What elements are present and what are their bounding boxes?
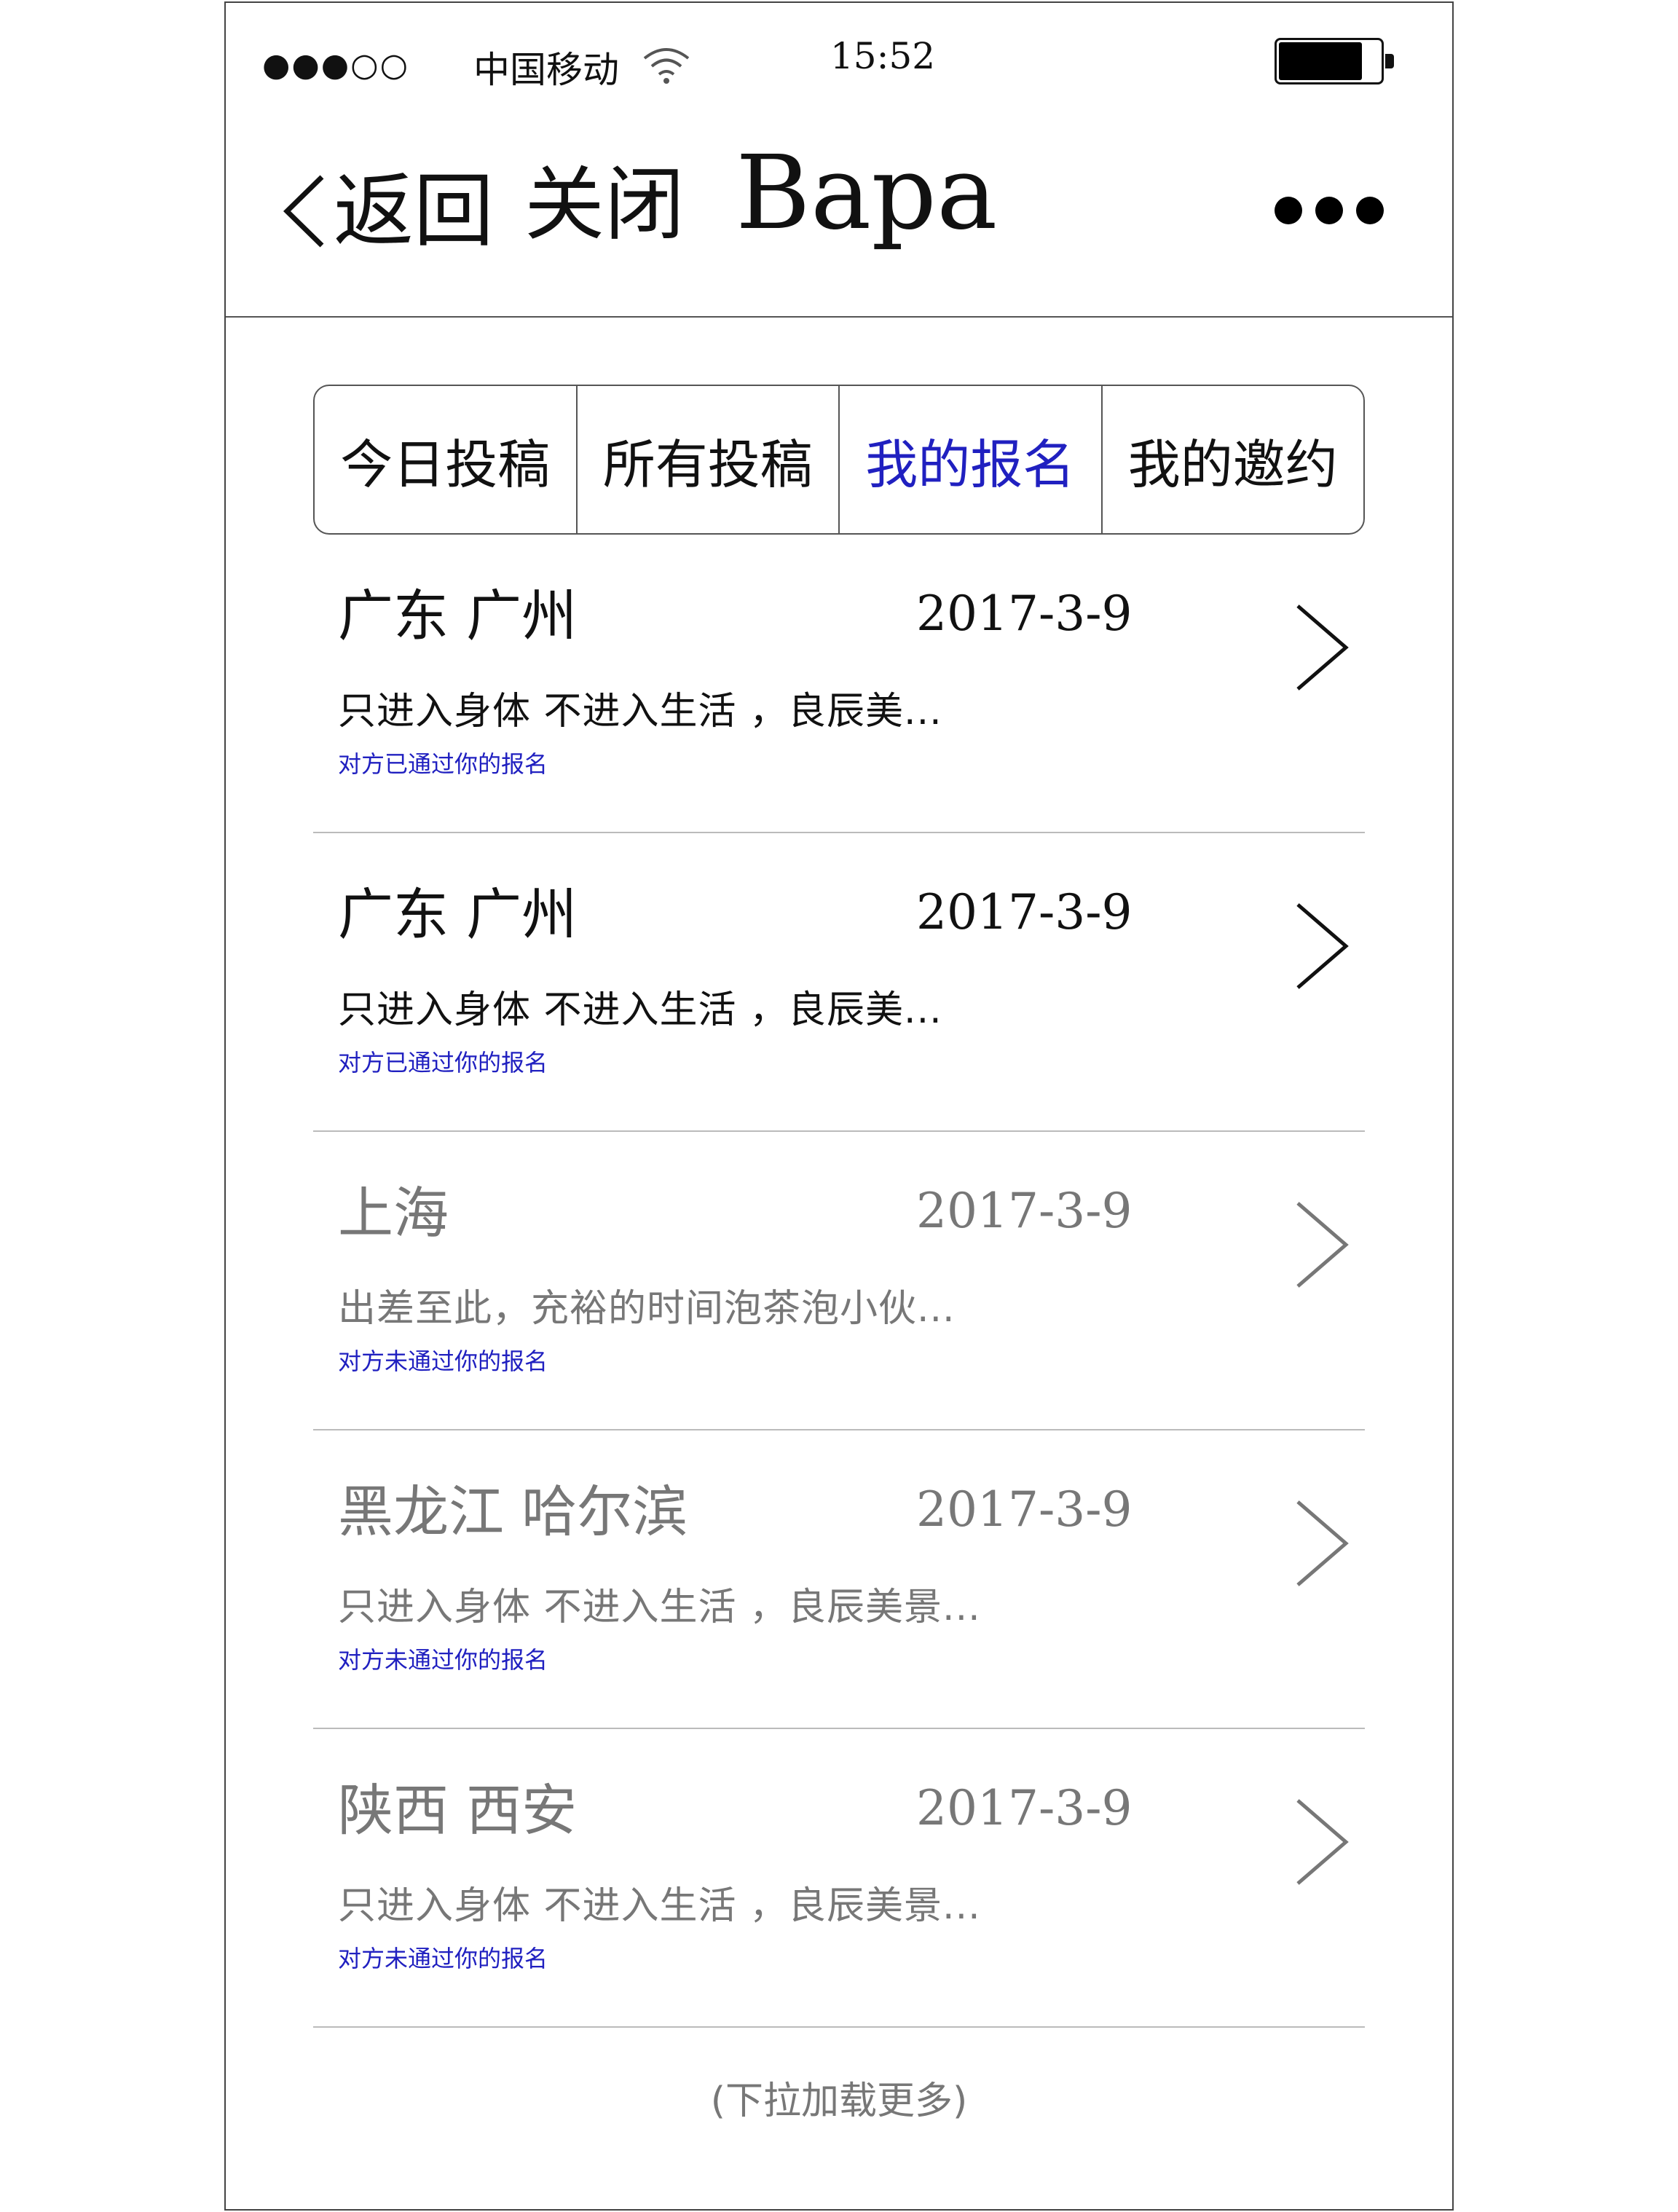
chevron-right-icon bbox=[1296, 1500, 1349, 1586]
chevron-right-icon bbox=[1296, 605, 1349, 690]
item-description: 出差至此，充裕的时间泡茶泡小伙... bbox=[338, 1287, 956, 1331]
more-options-icon[interactable] bbox=[1275, 192, 1384, 229]
load-more-hint[interactable]: (下拉加载更多) bbox=[226, 2070, 1452, 2125]
item-status: 对方已通过你的报名 bbox=[338, 750, 548, 778]
back-button[interactable]: 返回 bbox=[278, 160, 494, 262]
item-status: 对方未通过你的报名 bbox=[338, 1347, 548, 1375]
tab-my-signups[interactable]: 我的报名 bbox=[840, 386, 1103, 533]
item-status: 对方已通过你的报名 bbox=[338, 1049, 548, 1077]
item-description: 只进入身体 不进入生活 ，良辰美... bbox=[338, 690, 942, 733]
item-date: 2017-3-9 bbox=[916, 884, 1133, 940]
clock-time: 15:52 bbox=[830, 35, 936, 77]
chevron-right-icon bbox=[1296, 1799, 1349, 1885]
list-item[interactable]: 上海 2017-3-9 出差至此，充裕的时间泡茶泡小伙... 对方未通过你的报名 bbox=[313, 1132, 1365, 1430]
tab-all-posts[interactable]: 所有投稿 bbox=[578, 386, 840, 533]
signal-strength-icon: ●●●○○ bbox=[262, 47, 409, 84]
item-description: 只进入身体 不进入生活 ，良辰美... bbox=[338, 988, 942, 1032]
item-location: 陕西 西安 bbox=[338, 1778, 578, 1843]
item-location: 广东 广州 bbox=[338, 583, 578, 648]
item-status: 对方未通过你的报名 bbox=[338, 1945, 548, 1972]
status-bar: ●●●○○ 中国移动 15:52 bbox=[262, 28, 1394, 93]
chevron-right-icon bbox=[1296, 1202, 1349, 1288]
chevron-left-icon bbox=[283, 175, 324, 248]
wifi-icon bbox=[643, 48, 690, 84]
segmented-tabs: 今日投稿 所有投稿 我的报名 我的邀约 bbox=[313, 385, 1365, 535]
item-description: 只进入身体 不进入生活 ，良辰美景... bbox=[338, 1586, 981, 1629]
list-item[interactable]: 广东 广州 2017-3-9 只进入身体 不进入生活 ，良辰美... 对方已通过… bbox=[313, 535, 1365, 833]
item-date: 2017-3-9 bbox=[916, 1481, 1133, 1538]
navigation-bar: 返回 关闭 Bapa bbox=[226, 105, 1452, 318]
list-item[interactable]: 陕西 西安 2017-3-9 只进入身体 不进入生活 ，良辰美景... 对方未通… bbox=[313, 1729, 1365, 2028]
item-description: 只进入身体 不进入生活 ，良辰美景... bbox=[338, 1884, 981, 1928]
item-date: 2017-3-9 bbox=[916, 1183, 1133, 1239]
list-item[interactable]: 黑龙江 哈尔滨 2017-3-9 只进入身体 不进入生活 ，良辰美景... 对方… bbox=[313, 1430, 1365, 1729]
back-label: 返回 bbox=[334, 165, 494, 258]
phone-frame: ●●●○○ 中国移动 15:52 返回 关闭 Bapa 今日投稿 所有投稿 我的… bbox=[224, 1, 1454, 2211]
page-title: Bapa bbox=[736, 134, 998, 253]
tab-today-posts[interactable]: 今日投稿 bbox=[315, 386, 578, 533]
item-location: 上海 bbox=[338, 1181, 449, 1245]
chevron-right-icon bbox=[1296, 903, 1349, 989]
item-location: 广东 广州 bbox=[338, 882, 578, 947]
list-item[interactable]: 广东 广州 2017-3-9 只进入身体 不进入生活 ，良辰美... 对方已通过… bbox=[313, 833, 1365, 1132]
battery-icon bbox=[1275, 38, 1394, 87]
item-date: 2017-3-9 bbox=[916, 586, 1133, 642]
signup-list: 广东 广州 2017-3-9 只进入身体 不进入生活 ，良辰美... 对方已通过… bbox=[313, 535, 1365, 2028]
tab-my-invitations[interactable]: 我的邀约 bbox=[1103, 386, 1364, 533]
carrier-name: 中国移动 bbox=[473, 49, 619, 91]
close-button[interactable]: 关闭 bbox=[524, 165, 685, 245]
item-location: 黑龙江 哈尔滨 bbox=[338, 1479, 688, 1544]
item-status: 对方未通过你的报名 bbox=[338, 1646, 548, 1674]
item-date: 2017-3-9 bbox=[916, 1780, 1133, 1836]
